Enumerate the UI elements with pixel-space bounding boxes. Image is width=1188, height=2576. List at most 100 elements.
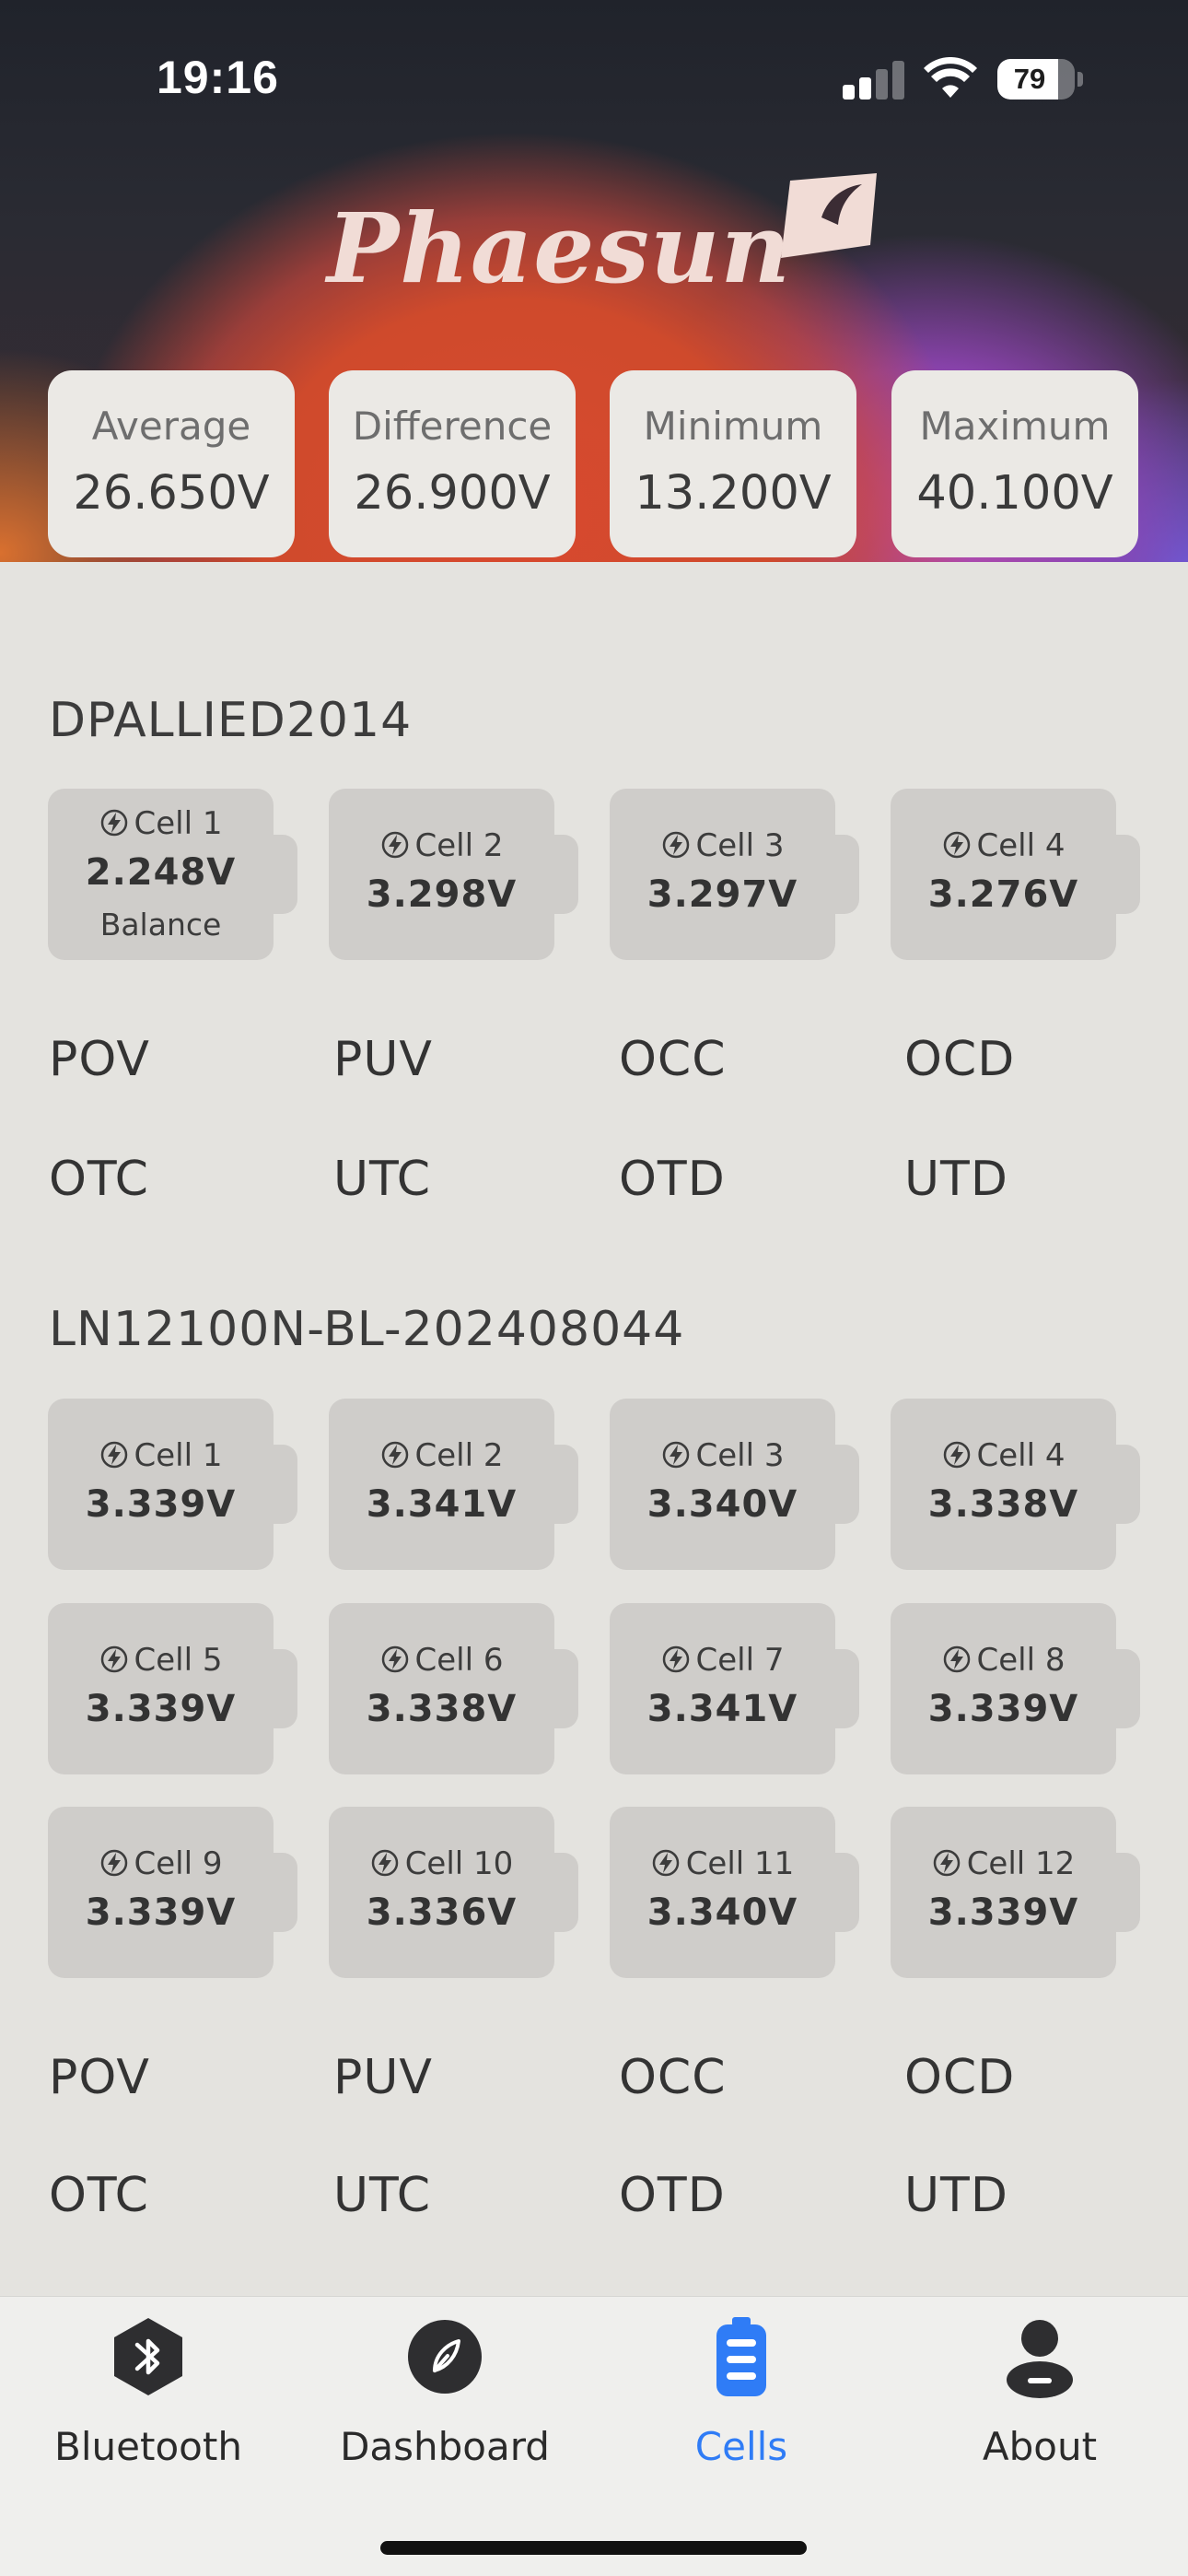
cell-header: Cell 7 (610, 1642, 835, 1679)
bolt-icon (381, 1645, 408, 1673)
cell-voltage: 3.339V (927, 1891, 1079, 1934)
cell-card[interactable]: Cell 2 3.341V (329, 1399, 578, 1570)
cell-card[interactable]: Cell 1 2.248V Balance (48, 789, 297, 960)
cell-header: Cell 3 (610, 1437, 835, 1474)
stat-value: 26.650V (73, 466, 270, 521)
stat-value: 26.900V (354, 466, 551, 521)
cell-voltage: 3.336V (366, 1891, 518, 1934)
bolt-icon (100, 1849, 127, 1877)
summary-stats: Average 26.650V Difference 26.900V Minim… (48, 370, 1140, 558)
cell-card[interactable]: Cell 3 3.340V (610, 1399, 859, 1570)
cell-header: Cell 3 (610, 827, 835, 864)
stat-label: Average (91, 404, 251, 449)
tab-label: Cells (694, 2424, 788, 2469)
cell-card[interactable]: Cell 1 3.339V (48, 1399, 297, 1570)
protection-flag-utd: UTD (904, 1152, 1008, 1207)
cell-terminal (274, 1445, 297, 1524)
cell-card[interactable]: Cell 11 3.340V (610, 1807, 859, 1978)
pack-title: LN12100N-BL-202408044 (49, 1302, 685, 1357)
pack-title: DPALLIED2014 (49, 693, 413, 748)
cell-label: Cell 3 (695, 1437, 785, 1474)
bolt-icon (662, 1441, 689, 1469)
cell-header: Cell 11 (610, 1845, 835, 1882)
cell-terminal (835, 835, 859, 914)
protection-flag-occ: OCC (619, 1032, 727, 1087)
tab-about[interactable]: About (891, 2315, 1188, 2500)
battery-icon: 79 (997, 59, 1075, 100)
battery-icon (716, 2317, 766, 2396)
cell-label: Cell 2 (414, 827, 504, 864)
bolt-icon (662, 831, 689, 859)
cell-label: Cell 1 (134, 805, 223, 842)
status-time: 19:16 (157, 52, 279, 103)
home-indicator[interactable] (380, 2541, 807, 2555)
cell-label: Cell 4 (976, 1437, 1066, 1474)
stat-maximum: Maximum 40.100V (891, 370, 1138, 557)
stat-average: Average 26.650V (48, 370, 295, 557)
cell-header: Cell 1 (48, 805, 274, 842)
cell-voltage: 3.339V (927, 1688, 1079, 1730)
cell-voltage: 3.339V (85, 1891, 237, 1934)
wifi-icon (924, 57, 977, 98)
cell-terminal (554, 1649, 578, 1728)
header-banner: 19:16 79 Phaesun Average 26.650V Differe… (0, 0, 1188, 562)
stat-label: Difference (352, 404, 553, 449)
bolt-icon (652, 1849, 679, 1877)
cell-label: Cell 12 (966, 1845, 1076, 1882)
cell-card[interactable]: Cell 10 3.336V (329, 1807, 578, 1978)
bolt-icon (933, 1849, 960, 1877)
bolt-icon (943, 1645, 970, 1673)
tab-cells[interactable]: Cells (593, 2315, 890, 2500)
protection-flag-ocd: OCD (904, 1032, 1016, 1087)
person-icon (1007, 2320, 1073, 2398)
cell-card[interactable]: Cell 3 3.297V (610, 789, 859, 960)
cell-label: Cell 11 (685, 1845, 795, 1882)
cell-voltage: 3.340V (646, 1891, 798, 1934)
cell-voltage: 2.248V (85, 851, 237, 894)
cell-card[interactable]: Cell 4 3.276V (891, 789, 1140, 960)
protection-flag-puv: PUV (333, 2050, 433, 2105)
bolt-icon (943, 831, 970, 859)
tab-dashboard[interactable]: Dashboard (297, 2315, 593, 2500)
cell-terminal (554, 1853, 578, 1932)
bolt-icon (381, 1441, 408, 1469)
cell-card[interactable]: Cell 4 3.338V (891, 1399, 1140, 1570)
cell-label: Cell 4 (976, 827, 1066, 864)
protection-flag-ocd: OCD (904, 2050, 1016, 2105)
cellular-signal-icon (843, 61, 905, 100)
cell-label: Cell 7 (695, 1642, 785, 1679)
cell-voltage: 3.276V (927, 873, 1079, 916)
cell-terminal (1116, 1445, 1140, 1524)
cell-card[interactable]: Cell 8 3.339V (891, 1603, 1140, 1774)
cell-card[interactable]: Cell 2 3.298V (329, 789, 578, 960)
cell-terminal (1116, 835, 1140, 914)
brand-logo: Phaesun (327, 173, 877, 311)
cell-card[interactable]: Cell 6 3.338V (329, 1603, 578, 1774)
cell-label: Cell 6 (414, 1642, 504, 1679)
stat-label: Minimum (643, 404, 823, 449)
app-root: 19:16 79 Phaesun Average 26.650V Differe… (0, 0, 1188, 2576)
cell-card[interactable]: Cell 7 3.341V (610, 1603, 859, 1774)
protection-flag-pov: POV (49, 1032, 150, 1087)
cell-balance-status: Balance (99, 907, 222, 943)
protection-flag-utd: UTD (904, 2168, 1008, 2223)
tab-label: Bluetooth (54, 2424, 242, 2469)
cell-label: Cell 10 (404, 1845, 514, 1882)
cell-card[interactable]: Cell 5 3.339V (48, 1603, 297, 1774)
bolt-icon (381, 831, 408, 859)
cell-terminal (274, 1853, 297, 1932)
cell-header: Cell 4 (891, 827, 1116, 864)
cell-card[interactable]: Cell 12 3.339V (891, 1807, 1140, 1978)
protection-flag-otc: OTC (49, 1152, 149, 1207)
bolt-icon (662, 1645, 689, 1673)
cell-header: Cell 9 (48, 1845, 274, 1882)
protection-flag-occ: OCC (619, 2050, 727, 2105)
tab-bluetooth[interactable]: Bluetooth (0, 2315, 297, 2500)
cell-voltage: 3.340V (646, 1483, 798, 1526)
cell-label: Cell 3 (695, 827, 785, 864)
cell-header: Cell 8 (891, 1642, 1116, 1679)
stat-label: Maximum (919, 404, 1111, 449)
protection-flag-pov: POV (49, 2050, 150, 2105)
cell-header: Cell 12 (891, 1845, 1116, 1882)
cell-card[interactable]: Cell 9 3.339V (48, 1807, 297, 1978)
